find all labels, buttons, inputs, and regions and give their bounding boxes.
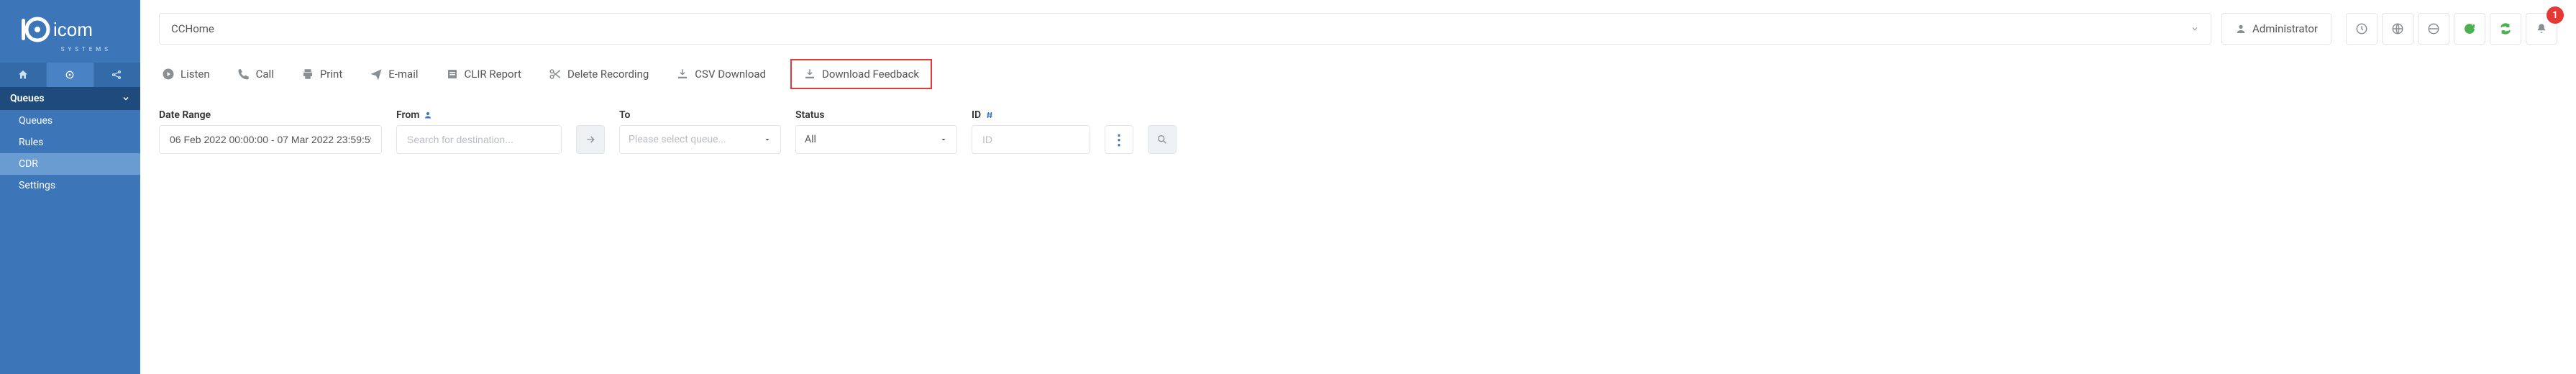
status-filter: Status All	[795, 109, 957, 154]
sidebar-section-label: Queues	[10, 93, 45, 104]
filters-row: Date Range From To	[159, 109, 2557, 154]
status-select[interactable]: All	[795, 125, 957, 154]
sync-icon	[2499, 22, 2512, 35]
breadcrumb-label: CCHome	[171, 22, 214, 35]
status-value: All	[805, 134, 816, 145]
email-button[interactable]: E-mail	[367, 63, 421, 85]
globe-icon	[2391, 22, 2404, 35]
more-options-button[interactable]: ⋮	[1105, 125, 1133, 154]
bell-icon	[2535, 22, 2548, 35]
swap-button[interactable]	[576, 125, 605, 154]
id-filter: ID	[972, 109, 1090, 154]
nav-home-button[interactable]	[0, 63, 47, 87]
status-label: Status	[795, 109, 957, 121]
clir-report-button[interactable]: CLIR Report	[443, 63, 524, 85]
action-toolbar: Listen Call Print E-mail CLIR Report Del…	[159, 59, 2557, 89]
print-button[interactable]: Print	[298, 63, 345, 85]
search-wrapper	[1148, 125, 1177, 154]
delete-rec-label: Delete Recording	[567, 68, 649, 81]
sidebar-item-rules[interactable]: Rules	[0, 132, 140, 153]
user-button[interactable]: Administrator	[2221, 13, 2331, 45]
refresh-icon	[2463, 22, 2476, 35]
date-range-filter: Date Range	[159, 109, 382, 154]
send-icon	[370, 68, 383, 81]
hash-icon	[985, 111, 994, 119]
caret-down-icon	[763, 135, 772, 144]
notifications-badge: 1	[2547, 6, 2564, 24]
from-value[interactable]	[406, 133, 552, 146]
csv-download-button[interactable]: CSV Download	[673, 63, 769, 85]
notifications-button[interactable]: 1	[2526, 13, 2557, 45]
sidebar: icom SYSTEMS Queues Queues Rules CDR Set…	[0, 0, 140, 374]
caret-down-icon	[939, 135, 948, 144]
report-icon	[446, 68, 459, 81]
chevron-down-icon	[122, 94, 130, 103]
to-label: To	[619, 109, 781, 121]
swap-wrapper	[576, 125, 605, 154]
id-input[interactable]	[972, 125, 1090, 154]
download-icon	[676, 68, 689, 81]
history-button[interactable]	[2346, 13, 2378, 45]
user-icon	[424, 111, 432, 119]
to-placeholder: Please select queue...	[629, 134, 726, 145]
scissors-icon	[549, 68, 562, 81]
from-label: From	[396, 109, 562, 121]
sidebar-item-cdr[interactable]: CDR	[0, 153, 140, 175]
delete-recording-button[interactable]: Delete Recording	[546, 63, 652, 85]
clock-icon	[2355, 22, 2368, 35]
sidebar-item-settings[interactable]: Settings	[0, 175, 140, 196]
vertical-dots-icon: ⋮	[1112, 131, 1126, 148]
id-label-text: ID	[972, 109, 981, 121]
date-range-value[interactable]	[168, 133, 373, 146]
top-row: CCHome Administrator	[159, 13, 2557, 45]
brand-subtext: SYSTEMS	[0, 46, 140, 53]
sidebar-section-queues[interactable]: Queues	[0, 87, 140, 110]
feedback-label: Download Feedback	[822, 68, 919, 81]
from-filter: From	[396, 109, 562, 154]
chevron-down-icon	[2191, 24, 2199, 33]
to-filter: To Please select queue...	[619, 109, 781, 154]
nav-dashboard-button[interactable]	[47, 63, 93, 87]
date-range-input[interactable]	[159, 125, 382, 154]
icon-bar: 1	[2342, 13, 2557, 45]
clir-label: CLIR Report	[465, 68, 521, 81]
print-label: Print	[320, 68, 342, 81]
nav-icon-row	[0, 63, 140, 87]
from-label-text: From	[396, 109, 419, 121]
sync-button[interactable]	[2490, 13, 2521, 45]
listen-button[interactable]: Listen	[159, 63, 213, 85]
id-value[interactable]	[981, 133, 1081, 146]
refresh-button[interactable]	[2454, 13, 2485, 45]
date-range-label: Date Range	[159, 109, 382, 121]
main-panel: CCHome Administrator	[140, 0, 2576, 374]
id-label: ID	[972, 109, 1090, 121]
nav-share-button[interactable]	[93, 63, 140, 87]
more-wrapper: ⋮	[1105, 125, 1133, 154]
call-label: Call	[256, 68, 274, 81]
from-input[interactable]	[396, 125, 562, 154]
search-icon	[1156, 134, 1168, 145]
play-icon	[162, 68, 175, 81]
user-label: Administrator	[2252, 22, 2318, 35]
call-button[interactable]: Call	[234, 63, 277, 85]
search-button[interactable]	[1148, 125, 1177, 154]
download-icon	[803, 68, 816, 81]
globe-icon	[2427, 22, 2440, 35]
email-label: E-mail	[388, 68, 418, 81]
sidebar-item-queues[interactable]: Queues	[0, 110, 140, 132]
svg-text:icom: icom	[53, 19, 93, 40]
breadcrumb-select[interactable]: CCHome	[159, 13, 2211, 45]
listen-label: Listen	[181, 68, 210, 81]
arrow-right-icon	[585, 134, 596, 145]
download-feedback-button[interactable]: Download Feedback	[790, 59, 932, 89]
user-icon	[2235, 23, 2247, 35]
globe-button-1[interactable]	[2382, 13, 2413, 45]
to-select[interactable]: Please select queue...	[619, 125, 781, 154]
csv-label: CSV Download	[695, 68, 766, 81]
print-icon	[301, 68, 314, 81]
phone-icon	[237, 68, 250, 81]
brand-logo: icom	[0, 0, 140, 49]
globe-button-2[interactable]	[2418, 13, 2449, 45]
